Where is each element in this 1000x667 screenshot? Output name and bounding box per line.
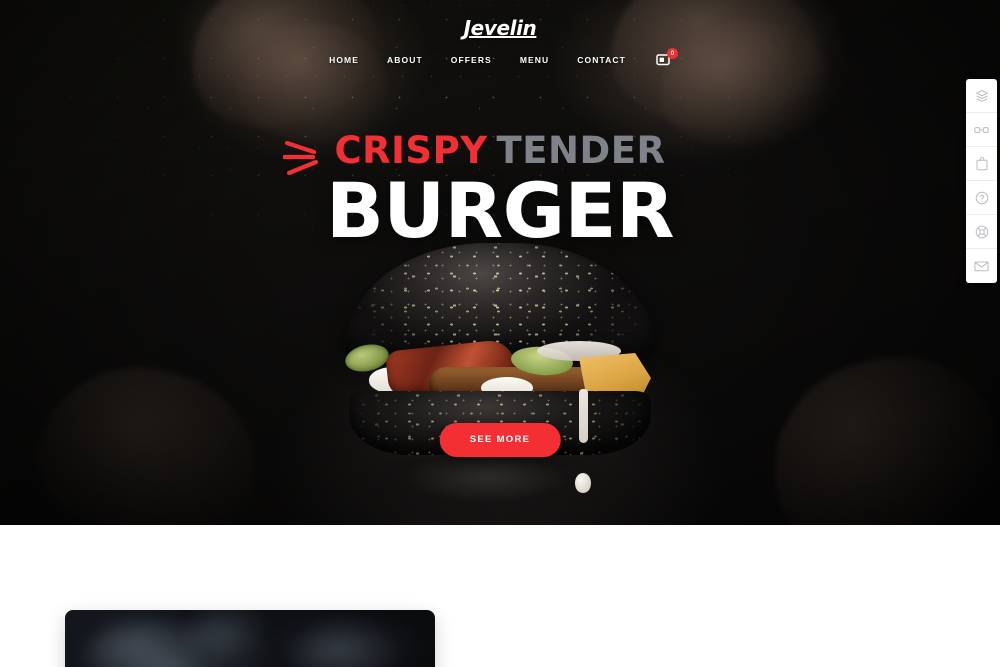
dock-item-support[interactable] [966, 215, 997, 249]
smoke-wisp [293, 624, 403, 667]
burger-reflection [363, 458, 637, 524]
envelope-icon [974, 260, 989, 272]
next-section [0, 525, 1000, 667]
nav-item-menu[interactable]: MENU [520, 55, 549, 65]
question-circle-icon [975, 191, 989, 205]
hero-title-burger: BURGER [326, 166, 674, 255]
dock-item-mail[interactable] [966, 249, 997, 283]
nav-item-offers[interactable]: OFFERS [451, 55, 492, 65]
cart-button[interactable]: 0 [656, 48, 678, 66]
hero-word-tender: TENDER [496, 129, 666, 172]
hero-word-crispy: CRISPY [334, 129, 488, 172]
main-navigation: HOME ABOUT OFFERS MENU CONTACT 0 [0, 48, 1000, 66]
sauce-drip-bead [575, 473, 591, 493]
dock-item-preview[interactable] [966, 113, 997, 147]
glasses-icon [974, 124, 989, 136]
smoke-wisp [185, 610, 275, 665]
dock-item-layers[interactable] [966, 79, 997, 113]
cart-badge-count: 0 [666, 48, 678, 59]
dock-item-help[interactable] [966, 181, 997, 215]
bag-icon [976, 156, 988, 171]
hero-eyebrow-line: CRISPY TENDER [281, 129, 666, 176]
feature-card[interactable] [65, 610, 435, 667]
site-header: Jevelin HOME ABOUT OFFERS MENU CONTACT 0 [0, 0, 1000, 66]
site-logo[interactable]: Jevelin [464, 18, 537, 38]
nav-item-home[interactable]: HOME [329, 55, 359, 65]
side-dock-panel [966, 79, 997, 283]
see-more-button[interactable]: SEE MORE [439, 423, 561, 457]
hero-section: Jevelin HOME ABOUT OFFERS MENU CONTACT 0 [0, 0, 1000, 525]
layers-icon [975, 89, 989, 103]
red-slashes-icon [281, 133, 331, 181]
dock-item-shop[interactable] [966, 147, 997, 181]
nav-item-about[interactable]: ABOUT [387, 55, 423, 65]
nav-item-contact[interactable]: CONTACT [577, 55, 626, 65]
hero-headline-block: CRISPY TENDER BURGER [0, 132, 1000, 249]
lifebuoy-icon [975, 225, 989, 239]
sauce-drip [579, 389, 588, 443]
burger-product-image [335, 243, 665, 525]
